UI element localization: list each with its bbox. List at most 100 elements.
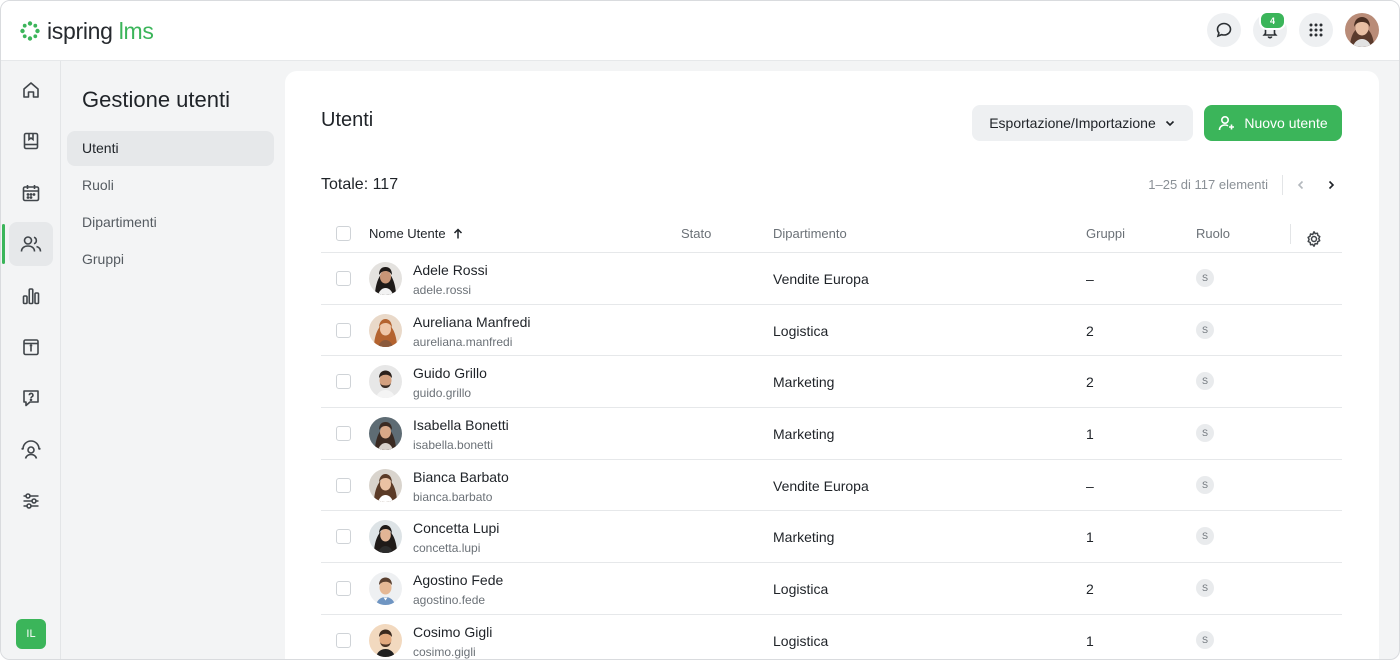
- icon-rail: IL: [1, 61, 61, 659]
- users-icon: [20, 236, 42, 252]
- user-name[interactable]: Agostino Fede: [413, 572, 503, 588]
- rail-item-calendar[interactable]: [9, 171, 53, 215]
- rail-item-admin[interactable]: [9, 428, 53, 472]
- chevron-right-icon: [1328, 180, 1335, 190]
- table-row[interactable]: Concetta Lupi concetta.lupi Marketing 1 …: [321, 511, 1342, 564]
- subnav-item-utenti[interactable]: Utenti: [67, 131, 274, 166]
- calendar-icon: [22, 185, 40, 202]
- current-user-initials[interactable]: IL: [16, 619, 46, 649]
- user-groups: 2: [1086, 322, 1094, 339]
- row-checkbox[interactable]: [336, 529, 351, 545]
- logo[interactable]: ispring lms: [19, 17, 154, 45]
- user-department: Marketing: [773, 529, 835, 546]
- user-login: concetta.lupi: [413, 541, 481, 556]
- rail-item-users[interactable]: [2, 222, 53, 266]
- subnav-item-dipartimenti[interactable]: Dipartimenti: [67, 205, 274, 240]
- user-name[interactable]: Bianca Barbato: [413, 469, 509, 485]
- user-avatar: [369, 623, 402, 657]
- user-login: guido.grillo: [413, 386, 472, 401]
- next-page-button[interactable]: [1319, 175, 1343, 195]
- row-checkbox[interactable]: [336, 426, 351, 442]
- apps-grid-button[interactable]: [1299, 13, 1333, 47]
- column-header-role[interactable]: Ruolo: [1196, 215, 1230, 253]
- notifications-button[interactable]: 4: [1253, 11, 1287, 47]
- column-header-status[interactable]: Stato: [681, 215, 711, 253]
- user-role-badge: S: [1196, 320, 1214, 339]
- row-checkbox[interactable]: [336, 477, 351, 493]
- column-header-department[interactable]: Dipartimento: [773, 215, 847, 253]
- user-name[interactable]: Isabella Bonetti: [413, 417, 509, 433]
- user-name[interactable]: Aureliana Manfredi: [413, 314, 531, 330]
- rail-item-home[interactable]: [9, 68, 53, 112]
- profile-avatar[interactable]: [1345, 13, 1379, 47]
- column-settings-button[interactable]: [1305, 225, 1323, 247]
- subnav-item-gruppi[interactable]: Gruppi: [67, 242, 274, 277]
- table-row[interactable]: Isabella Bonetti isabella.bonetti Market…: [321, 408, 1342, 460]
- table-row[interactable]: Bianca Barbato bianca.barbato Vendite Eu…: [321, 460, 1342, 512]
- prev-page-button[interactable]: [1283, 175, 1319, 195]
- user-avatar: [369, 468, 402, 502]
- user-login: adele.rossi: [413, 283, 472, 297]
- row-checkbox[interactable]: [336, 271, 351, 286]
- user-groups: 2: [1086, 581, 1094, 598]
- table-row[interactable]: Guido Grillo guido.grillo Marketing 2 S: [321, 356, 1342, 409]
- user-department: Marketing: [773, 374, 835, 391]
- rail-item-help[interactable]: [9, 376, 53, 420]
- row-checkbox[interactable]: [336, 374, 351, 390]
- column-header-groups[interactable]: Gruppi: [1086, 215, 1125, 253]
- row-checkbox[interactable]: [336, 322, 351, 338]
- header-divider: [1290, 224, 1291, 244]
- user-role-badge: S: [1196, 579, 1214, 598]
- user-name[interactable]: Adele Rossi: [413, 262, 488, 278]
- user-photo-icon: [369, 520, 402, 554]
- rail-item-settings[interactable]: [9, 479, 53, 523]
- chat-button[interactable]: [1207, 13, 1241, 47]
- chevron-down-icon: [1165, 120, 1174, 127]
- table-row[interactable]: Cosimo Gigli cosimo.gigli Logistica 1 S: [321, 615, 1342, 659]
- user-groups: –: [1086, 477, 1094, 494]
- user-photo-icon: [369, 262, 402, 295]
- table-row[interactable]: Aureliana Manfredi aureliana.manfredi Lo…: [321, 305, 1342, 357]
- question-chat-icon: [23, 390, 39, 407]
- table-row[interactable]: Agostino Fede agostino.fede Logistica 2 …: [321, 563, 1342, 615]
- row-checkbox[interactable]: [336, 581, 351, 597]
- add-user-icon: [1219, 115, 1235, 131]
- user-department: Vendite Europa: [773, 477, 869, 494]
- user-department: Vendite Europa: [773, 271, 869, 287]
- user-login: isabella.bonetti: [413, 438, 494, 453]
- section-nav: Gestione utenti Utenti Ruoli Dipartiment…: [61, 61, 284, 659]
- select-all-checkbox[interactable]: [336, 226, 351, 241]
- export-import-button[interactable]: Esportazione/Importazione: [972, 105, 1193, 141]
- user-department: Logistica: [773, 581, 829, 598]
- user-role-badge: S: [1196, 630, 1214, 649]
- rail-item-courses[interactable]: [9, 119, 53, 163]
- rail-item-reports[interactable]: [9, 274, 53, 318]
- table-row[interactable]: Adele Rossi adele.rossi Vendite Europa –…: [321, 253, 1342, 305]
- user-avatar: [369, 572, 402, 606]
- user-name[interactable]: Cosimo Gigli: [413, 624, 492, 640]
- new-user-label: Nuovo utente: [1244, 115, 1328, 131]
- chevron-left-icon: [1297, 180, 1304, 190]
- user-login: agostino.fede: [413, 593, 486, 608]
- user-name[interactable]: Concetta Lupi: [413, 520, 499, 536]
- user-role-badge: S: [1196, 475, 1214, 494]
- subnav-item-ruoli[interactable]: Ruoli: [67, 168, 274, 203]
- export-import-label: Esportazione/Importazione: [989, 115, 1156, 131]
- user-login: cosimo.gigli: [413, 644, 476, 659]
- column-header-name[interactable]: Nome Utente: [369, 215, 464, 253]
- user-photo-icon: [369, 623, 402, 657]
- user-avatar: [369, 417, 402, 451]
- column-name-label: Nome Utente: [369, 226, 446, 241]
- row-checkbox[interactable]: [336, 632, 351, 648]
- rail-item-info[interactable]: [9, 325, 53, 369]
- top-bar: ispring lms 4: [1, 1, 1399, 61]
- user-groups: 2: [1086, 374, 1094, 391]
- home-icon: [23, 82, 39, 98]
- user-name[interactable]: Guido Grillo: [413, 365, 487, 381]
- bar-chart-icon: [22, 288, 40, 305]
- user-avatar: [369, 313, 402, 347]
- user-login: aureliana.manfredi: [413, 334, 513, 349]
- new-user-button[interactable]: Nuovo utente: [1204, 105, 1342, 141]
- user-settings-icon: [21, 440, 41, 459]
- info-card-icon: [23, 339, 39, 356]
